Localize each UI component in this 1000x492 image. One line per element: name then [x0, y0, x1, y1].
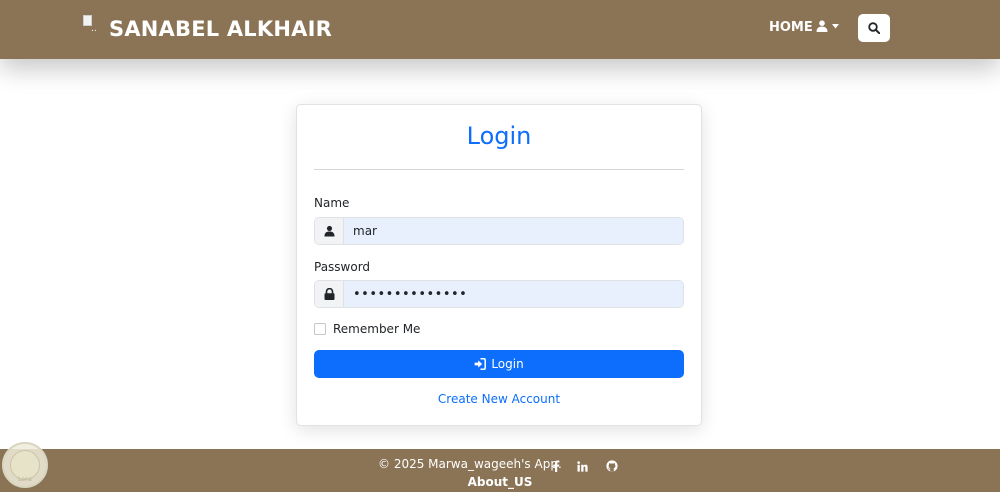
user-dropdown[interactable] [816, 20, 839, 32]
name-label: Name [314, 196, 350, 210]
name-addon [315, 218, 344, 244]
brand-name: SANABEL ALKHAIR [109, 17, 332, 41]
about-us-link[interactable]: About_US [0, 475, 1000, 489]
lock-icon [324, 288, 334, 300]
user-icon [816, 20, 828, 32]
caret-down-icon [832, 23, 839, 28]
facebook-icon[interactable] [552, 457, 560, 476]
lens-watermark-logo: Lens [2, 442, 48, 488]
user-icon [323, 225, 335, 237]
login-title: Login [466, 122, 532, 150]
login-button[interactable]: Login [314, 350, 684, 378]
title-divider [314, 169, 684, 170]
remember-me-checkbox[interactable] [314, 323, 326, 335]
sign-in-icon [474, 358, 487, 370]
name-input-group [314, 217, 684, 245]
search-icon [868, 22, 880, 34]
remember-me: Remember Me [314, 322, 420, 336]
nav-home-link[interactable]: HOME [769, 20, 813, 35]
search-button[interactable] [858, 14, 890, 42]
brand-logo-broken-image: .. [83, 15, 103, 35]
linkedin-icon[interactable] [577, 457, 588, 476]
name-input[interactable] [344, 218, 683, 244]
navbar: .. SANABEL ALKHAIR HOME [0, 0, 1000, 59]
remember-me-label: Remember Me [333, 322, 421, 336]
footer-copyright: © 2025 Marwa_wageeh's App. [378, 457, 562, 471]
github-icon[interactable] [606, 457, 618, 476]
password-input-group [314, 280, 684, 308]
login-button-label: Login [491, 357, 524, 371]
password-addon [315, 281, 344, 307]
password-input[interactable] [344, 281, 683, 307]
password-label: Password [314, 260, 371, 274]
watermark-text: Lens [18, 476, 32, 483]
footer: © 2025 Marwa_wageeh's App. About_US [0, 449, 1000, 492]
create-account-link[interactable]: Create New Account [296, 392, 702, 406]
brand-link[interactable]: .. SANABEL ALKHAIR [83, 14, 332, 44]
